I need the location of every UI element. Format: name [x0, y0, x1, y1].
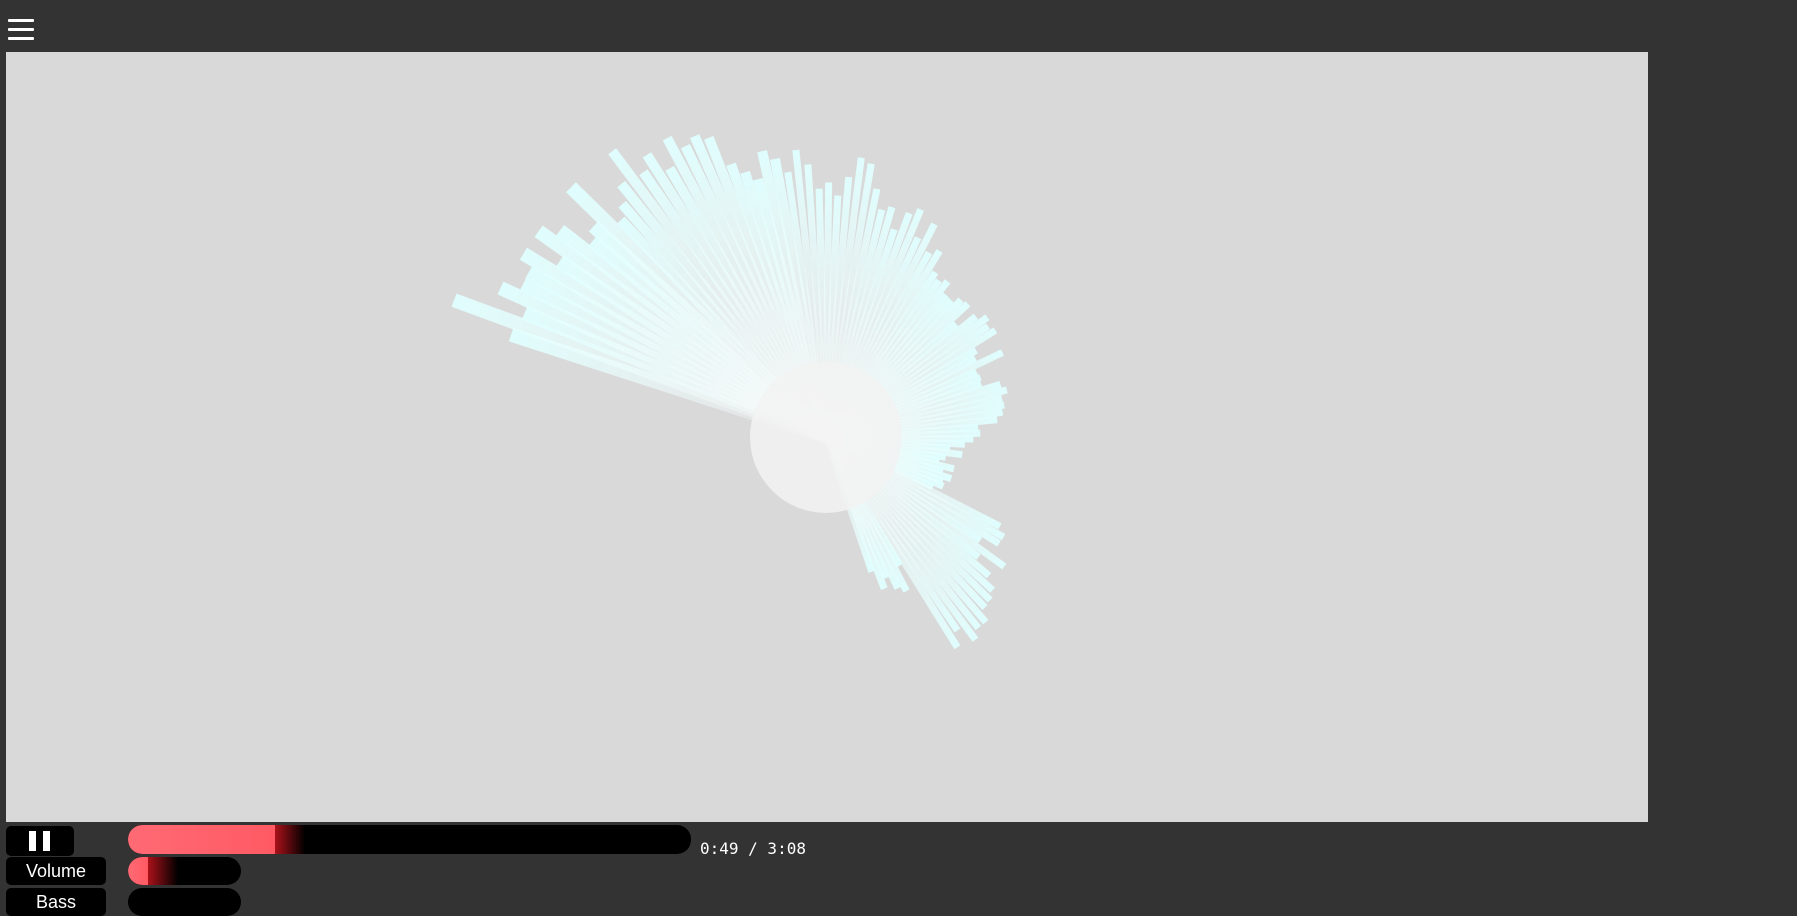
visualizer-canvas — [6, 52, 1648, 822]
menu-line — [8, 37, 34, 40]
time-display: 0:49 / 3:08 — [700, 839, 806, 858]
seek-progress-glow — [275, 825, 305, 854]
seek-progress-fill — [128, 825, 275, 854]
volume-slider[interactable] — [128, 857, 241, 885]
seek-bar[interactable] — [128, 825, 691, 854]
visualizer-center-disc — [750, 361, 902, 513]
pause-icon — [29, 831, 36, 851]
volume-level-glow — [148, 857, 178, 885]
pause-icon — [43, 831, 50, 851]
hamburger-menu-icon[interactable] — [6, 16, 36, 46]
volume-label[interactable]: Volume — [6, 857, 106, 885]
top-bar — [0, 0, 1797, 51]
menu-line — [8, 28, 34, 31]
volume-level-fill — [128, 857, 148, 885]
menu-line — [8, 19, 34, 22]
bass-slider[interactable] — [128, 888, 241, 916]
visualizer-bars — [451, 134, 1008, 650]
bass-label[interactable]: Bass — [6, 888, 106, 916]
pause-button[interactable] — [6, 826, 74, 856]
radial-visualizer — [451, 134, 1008, 650]
player-controls: 0:49 / 3:08 Volume Bass — [0, 822, 1797, 916]
